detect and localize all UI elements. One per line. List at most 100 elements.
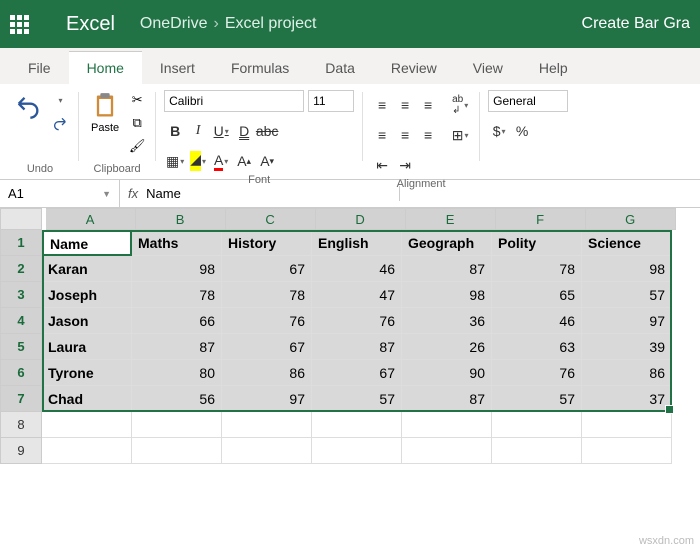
bold-button[interactable]: B — [164, 120, 186, 142]
data-cell[interactable]: 76 — [312, 308, 402, 334]
header-cell[interactable]: Geograph — [402, 230, 492, 256]
data-cell[interactable]: 78 — [132, 282, 222, 308]
data-cell[interactable]: 98 — [132, 256, 222, 282]
empty-cell[interactable] — [582, 438, 672, 464]
data-cell[interactable]: 47 — [312, 282, 402, 308]
row-header[interactable]: 8 — [0, 412, 42, 438]
data-cell[interactable]: 87 — [402, 256, 492, 282]
currency-button[interactable]: $ — [488, 120, 510, 142]
data-cell[interactable]: 46 — [492, 308, 582, 334]
data-cell[interactable]: Tyrone — [42, 360, 132, 386]
undo-button[interactable] — [10, 90, 46, 122]
column-header[interactable]: F — [496, 208, 586, 230]
align-right-button[interactable]: ≡ — [417, 124, 439, 146]
data-cell[interactable]: 98 — [402, 282, 492, 308]
data-cell[interactable]: Chad — [42, 386, 132, 412]
select-all-corner[interactable] — [0, 208, 42, 230]
data-cell[interactable]: 26 — [402, 334, 492, 360]
active-cell[interactable]: Name — [42, 230, 132, 256]
data-cell[interactable]: 76 — [222, 308, 312, 334]
empty-cell[interactable] — [492, 412, 582, 438]
redo-button[interactable] — [50, 113, 70, 133]
row-header[interactable]: 2 — [0, 256, 42, 282]
header-cell[interactable]: Maths — [132, 230, 222, 256]
empty-cell[interactable] — [582, 412, 672, 438]
column-header[interactable]: C — [226, 208, 316, 230]
column-header[interactable]: B — [136, 208, 226, 230]
font-name-select[interactable] — [164, 90, 304, 112]
empty-cell[interactable] — [222, 412, 312, 438]
align-center-button[interactable]: ≡ — [394, 124, 416, 146]
borders-button[interactable]: ▦ — [164, 150, 186, 172]
percent-button[interactable]: % — [511, 120, 533, 142]
data-cell[interactable]: 76 — [492, 360, 582, 386]
data-cell[interactable]: 86 — [222, 360, 312, 386]
font-size-select[interactable] — [308, 90, 354, 112]
empty-cell[interactable] — [402, 412, 492, 438]
empty-cell[interactable] — [132, 412, 222, 438]
shrink-font-button[interactable]: A▾ — [256, 150, 278, 172]
breadcrumb-folder[interactable]: Excel project — [225, 15, 317, 33]
row-header[interactable]: 5 — [0, 334, 42, 360]
tab-view[interactable]: View — [455, 52, 521, 84]
data-cell[interactable]: 87 — [312, 334, 402, 360]
align-middle-button[interactable]: ≡ — [394, 94, 416, 116]
data-cell[interactable]: 57 — [582, 282, 672, 308]
empty-cell[interactable] — [312, 438, 402, 464]
wrap-text-button[interactable]: ab↲ — [449, 94, 471, 116]
data-cell[interactable]: 36 — [402, 308, 492, 334]
header-cell[interactable]: History — [222, 230, 312, 256]
empty-cell[interactable] — [42, 438, 132, 464]
undo-dropdown[interactable] — [50, 90, 70, 110]
grow-font-button[interactable]: A▴ — [233, 150, 255, 172]
data-cell[interactable]: 98 — [582, 256, 672, 282]
italic-button[interactable]: I — [187, 120, 209, 142]
empty-cell[interactable] — [402, 438, 492, 464]
column-header[interactable]: G — [586, 208, 676, 230]
row-header[interactable]: 4 — [0, 308, 42, 334]
data-cell[interactable]: 87 — [132, 334, 222, 360]
merge-button[interactable]: ⊞ — [449, 124, 471, 146]
font-color-button[interactable]: A — [210, 150, 232, 172]
tab-data[interactable]: Data — [307, 52, 373, 84]
column-header[interactable]: D — [316, 208, 406, 230]
empty-cell[interactable] — [42, 412, 132, 438]
underline-button[interactable]: U — [210, 120, 232, 142]
tab-insert[interactable]: Insert — [142, 52, 213, 84]
header-cell[interactable]: English — [312, 230, 402, 256]
data-cell[interactable]: 37 — [582, 386, 672, 412]
data-cell[interactable]: 67 — [222, 256, 312, 282]
column-header[interactable]: A — [46, 208, 136, 230]
document-title[interactable]: Create Bar Gra — [582, 15, 690, 33]
data-cell[interactable]: 97 — [582, 308, 672, 334]
data-cell[interactable]: 65 — [492, 282, 582, 308]
empty-cell[interactable] — [312, 412, 402, 438]
empty-cell[interactable] — [222, 438, 312, 464]
data-cell[interactable]: 67 — [222, 334, 312, 360]
row-header[interactable]: 7 — [0, 386, 42, 412]
data-cell[interactable]: 87 — [402, 386, 492, 412]
data-cell[interactable]: 90 — [402, 360, 492, 386]
decrease-indent-button[interactable]: ⇤ — [371, 154, 393, 176]
tab-file[interactable]: File — [10, 52, 69, 84]
fill-color-button[interactable]: ◢ — [187, 150, 209, 172]
data-cell[interactable]: Joseph — [42, 282, 132, 308]
empty-cell[interactable] — [132, 438, 222, 464]
row-header[interactable]: 9 — [0, 438, 42, 464]
breadcrumb[interactable]: OneDrive › Excel project — [140, 15, 317, 33]
spreadsheet-grid[interactable]: ABCDEFG 123456789 NameMathsHistoryEnglis… — [0, 208, 700, 464]
data-cell[interactable]: 66 — [132, 308, 222, 334]
cut-button[interactable]: ✂ — [127, 90, 147, 110]
tab-formulas[interactable]: Formulas — [213, 52, 307, 84]
format-painter-button[interactable]: 🖌 — [127, 136, 147, 156]
align-bottom-button[interactable]: ≡ — [417, 94, 439, 116]
strikethrough-button[interactable]: abc — [256, 120, 278, 142]
data-cell[interactable]: Jason — [42, 308, 132, 334]
data-cell[interactable]: 57 — [312, 386, 402, 412]
data-cell[interactable]: 67 — [312, 360, 402, 386]
row-header[interactable]: 3 — [0, 282, 42, 308]
tab-home[interactable]: Home — [69, 51, 142, 84]
row-header[interactable]: 1 — [0, 230, 42, 256]
data-cell[interactable]: 80 — [132, 360, 222, 386]
data-cell[interactable]: Karan — [42, 256, 132, 282]
